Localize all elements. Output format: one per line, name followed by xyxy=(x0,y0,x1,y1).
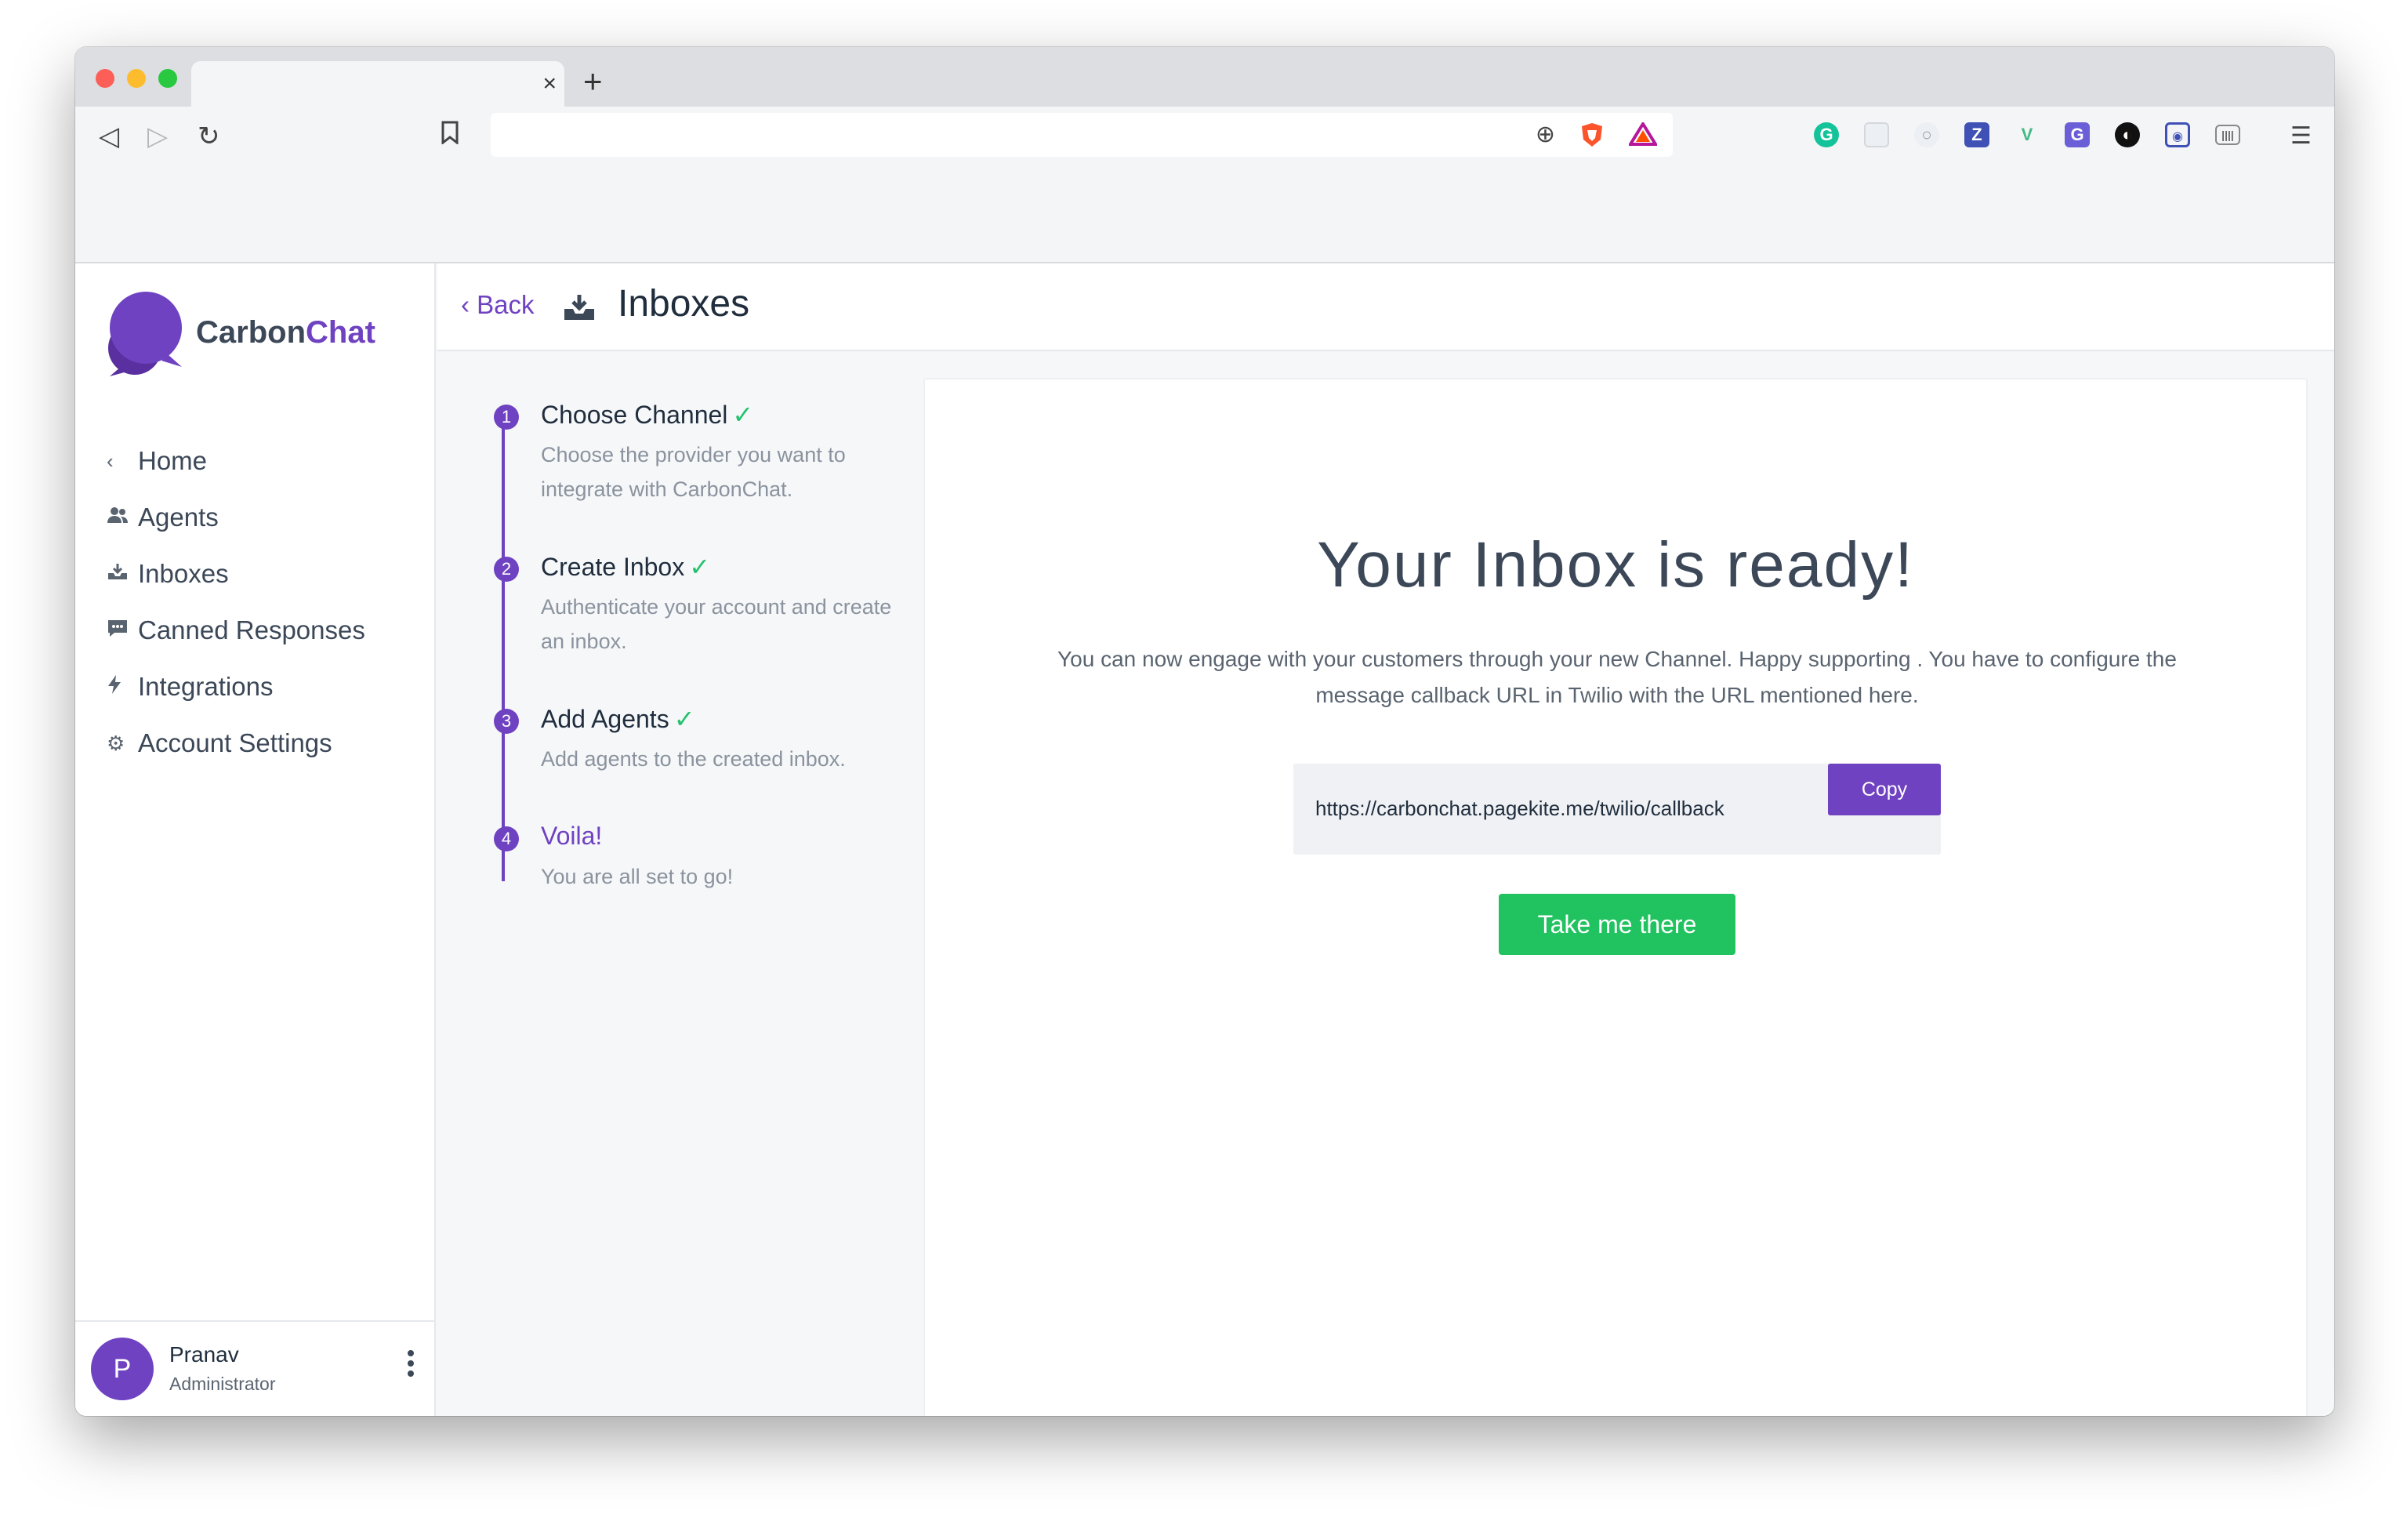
inbox-ready-card: Your Inbox is ready! You can now engage … xyxy=(923,378,2308,1416)
user-name: Pranav xyxy=(169,1342,239,1367)
close-tab-icon[interactable]: × xyxy=(542,71,557,97)
step-number: 1 xyxy=(494,405,519,430)
app-root: CarbonChat ‹ Home Agents Inboxes Canned … xyxy=(75,263,2334,1416)
close-window-button[interactable] xyxy=(96,69,114,88)
sidebar-item-home[interactable]: ‹ Home xyxy=(107,433,365,489)
step-description: You are all set to go! xyxy=(541,865,734,888)
screenshot-icon[interactable]: ◉ xyxy=(2165,122,2190,147)
brand-main: Carbon xyxy=(196,315,306,350)
users-icon xyxy=(107,506,138,530)
chat-bubble-icon xyxy=(107,619,138,643)
forward-icon[interactable]: ▷ xyxy=(147,121,168,152)
sidebar-item-label: Inboxes xyxy=(138,559,229,588)
sidebar: CarbonChat ‹ Home Agents Inboxes Canned … xyxy=(75,263,436,1416)
step-title: Create Inbox ✓ xyxy=(541,552,710,582)
minimize-window-button[interactable] xyxy=(127,69,146,88)
browser-titlebar: × + xyxy=(75,47,2334,107)
step-title-text: Create Inbox xyxy=(541,553,685,581)
barcode-icon[interactable]: |||| xyxy=(2215,125,2240,145)
more-vertical-icon[interactable] xyxy=(406,1350,415,1381)
step-number: 2 xyxy=(494,557,519,582)
user-panel: P Pranav Administrator xyxy=(75,1320,434,1416)
sidebar-item-label: Agents xyxy=(138,503,219,532)
react-devtools-icon[interactable] xyxy=(1864,122,1889,147)
browser-tab[interactable]: × xyxy=(191,61,564,107)
z-extension-icon[interactable]: Z xyxy=(1964,122,1989,147)
maximize-window-button[interactable] xyxy=(158,69,177,88)
eye-dropper-icon[interactable]: ○ xyxy=(1914,122,1939,147)
new-tab-button[interactable]: + xyxy=(583,64,603,99)
checkmark-icon: ✓ xyxy=(689,553,711,581)
card-title: Your Inbox is ready! xyxy=(1317,529,1914,601)
checkmark-icon: ✓ xyxy=(673,705,695,733)
sidebar-item-label: Home xyxy=(138,446,208,475)
callback-url-box: https://carbonchat.pagekite.me/twilio/ca… xyxy=(1293,764,1941,855)
sidebar-item-agents[interactable]: Agents xyxy=(107,489,365,546)
reload-icon[interactable]: ↻ xyxy=(198,121,220,152)
card-description: You can now engage with your customers t… xyxy=(1057,647,2177,707)
sidebar-item-label: Canned Responses xyxy=(138,615,365,644)
bookmark-icon[interactable] xyxy=(441,121,459,153)
address-bar[interactable]: ⊕ xyxy=(491,113,1673,157)
back-icon[interactable]: ◁ xyxy=(99,121,119,152)
chevron-left-icon: ‹ xyxy=(107,448,114,473)
step-description: Add agents to the created inbox. xyxy=(541,747,846,771)
dark-reader-icon[interactable]: ◐ xyxy=(2115,122,2140,147)
sidebar-item-integrations[interactable]: Integrations xyxy=(107,659,365,715)
page-header: ‹ Back Inboxes xyxy=(437,263,2334,351)
copy-button[interactable]: Copy xyxy=(1828,764,1941,815)
step-title-text: Voila! xyxy=(541,822,603,850)
sidebar-item-label: Integrations xyxy=(138,672,274,701)
callback-url[interactable]: https://carbonchat.pagekite.me/twilio/ca… xyxy=(1315,797,1724,821)
brand-name: CarbonChat xyxy=(196,315,375,350)
translate-icon[interactable]: G xyxy=(2065,122,2090,147)
sidebar-item-inboxes[interactable]: Inboxes xyxy=(107,546,365,602)
vue-devtools-icon[interactable]: V xyxy=(2015,122,2040,147)
brand-accent: Chat xyxy=(306,315,375,350)
browser-toolbar: ◁ ▷ ↻ ⊕ G ○ Z V G ◐ ◉ |||| ☰ xyxy=(75,107,2334,263)
step-title: Voila! xyxy=(541,822,602,851)
back-button[interactable]: ‹ Back xyxy=(461,290,535,320)
back-label: Back xyxy=(477,290,535,319)
user-role: Administrator xyxy=(169,1374,276,1394)
avatar[interactable]: P xyxy=(91,1338,154,1400)
setup-steps: 1 Choose Channel ✓ Choose the provider yo… xyxy=(437,351,1002,1416)
zoom-icon[interactable]: ⊕ xyxy=(1536,122,1555,147)
page-title: Inboxes xyxy=(618,283,750,325)
take-me-there-button[interactable]: Take me there xyxy=(1499,894,1735,955)
step-title-text: Add Agents xyxy=(541,705,669,733)
checkmark-icon: ✓ xyxy=(732,401,754,429)
grammarly-icon[interactable]: G xyxy=(1814,122,1839,147)
step-progress-line xyxy=(502,427,505,881)
step-number: 3 xyxy=(494,709,519,734)
step-description: Authenticate your account and create an … xyxy=(541,595,892,653)
sidebar-item-canned-responses[interactable]: Canned Responses xyxy=(107,602,365,659)
inbox-icon xyxy=(107,562,138,586)
step-number: 4 xyxy=(494,826,519,851)
step-title: Choose Channel ✓ xyxy=(541,400,753,430)
step-title-text: Choose Channel xyxy=(541,401,728,429)
sidebar-item-account-settings[interactable]: ⚙ Account Settings xyxy=(107,715,365,771)
gear-icon: ⚙ xyxy=(107,731,125,755)
sidebar-item-label: Account Settings xyxy=(138,728,332,757)
sidebar-menu: ‹ Home Agents Inboxes Canned Responses I… xyxy=(107,433,365,771)
bolt-icon xyxy=(107,674,138,700)
step-description: Choose the provider you want to integrat… xyxy=(541,443,846,501)
brave-shield-icon[interactable] xyxy=(1580,122,1604,153)
browser-menu-icon[interactable]: ☰ xyxy=(2290,121,2312,152)
carbonchat-logo xyxy=(108,292,182,376)
brave-rewards-icon[interactable] xyxy=(1627,121,1659,151)
browser-window: × + ◁ ▷ ↻ ⊕ G ○ Z V G ◐ ◉ |||| ☰ CarbonC… xyxy=(75,47,2334,1416)
step-title: Add Agents ✓ xyxy=(541,704,695,734)
inbox-download-icon xyxy=(564,295,594,320)
